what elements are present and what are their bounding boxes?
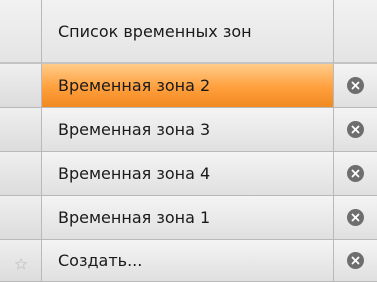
header-selector-cell	[0, 0, 42, 64]
remove-icon[interactable]	[347, 165, 364, 182]
row-action-cell	[334, 64, 377, 108]
grid-title: Список временных зон	[42, 0, 334, 64]
row-action-cell	[334, 240, 377, 282]
star-icon	[0, 252, 41, 270]
row-selector[interactable]	[0, 196, 42, 240]
row-action-cell	[334, 108, 377, 152]
table-row[interactable]: Временная зона 4	[0, 152, 377, 196]
header-action-cell	[334, 0, 377, 64]
new-row-marker	[0, 240, 42, 282]
create-new-row-label[interactable]: Создать...	[42, 240, 334, 282]
row-selector[interactable]	[0, 64, 42, 108]
remove-icon[interactable]	[347, 252, 364, 269]
time-zone-name[interactable]: Временная зона 4	[42, 152, 334, 196]
time-zone-name[interactable]: Временная зона 1	[42, 196, 334, 240]
new-row[interactable]: Создать...	[0, 240, 377, 282]
row-selector[interactable]	[0, 108, 42, 152]
remove-icon[interactable]	[347, 209, 364, 226]
table-row[interactable]: Временная зона 3	[0, 108, 377, 152]
remove-icon[interactable]	[347, 77, 364, 94]
grid-header-row: Список временных зон	[0, 0, 377, 64]
time-zones-grid: Список временных зон Временная зона 2 Вр…	[0, 0, 377, 282]
row-action-cell	[334, 196, 377, 240]
remove-icon[interactable]	[347, 121, 364, 138]
time-zone-name[interactable]: Временная зона 2	[42, 64, 334, 108]
row-action-cell	[334, 152, 377, 196]
table-row[interactable]: Временная зона 1	[0, 196, 377, 240]
table-row[interactable]: Временная зона 2	[0, 64, 377, 108]
time-zone-name[interactable]: Временная зона 3	[42, 108, 334, 152]
row-selector[interactable]	[0, 152, 42, 196]
